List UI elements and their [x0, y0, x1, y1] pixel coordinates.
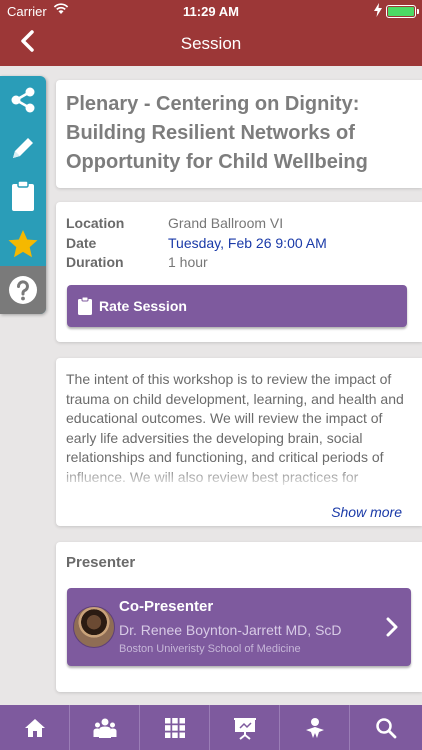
share-icon	[11, 87, 35, 113]
presenter-card: Presenter Co-Presenter Dr. Renee Boynton…	[56, 542, 422, 692]
date-label: Date	[66, 234, 97, 251]
session-title: Plenary - Centering on Dignity: Building…	[66, 93, 368, 173]
presenter-item[interactable]: Co-Presenter Dr. Renee Boynton-Jarrett M…	[67, 588, 411, 666]
presenter-name: Dr. Renee Boynton-Jarrett MD, ScD	[119, 622, 342, 638]
grid-icon	[164, 717, 185, 738]
survey-button[interactable]	[0, 172, 46, 220]
description-card: The intent of this workshop is to review…	[56, 358, 422, 526]
star-icon	[8, 230, 38, 258]
pencil-icon	[13, 138, 33, 158]
presenter-organization: Boston Univeristy School of Medicine	[119, 643, 301, 655]
location-label: Location	[66, 215, 125, 231]
tab-attendees[interactable]	[70, 705, 140, 750]
duration-row: Duration 1 hour	[66, 253, 412, 273]
presenter-heading: Presenter	[66, 554, 136, 571]
session-title-card: Plenary - Centering on Dignity: Building…	[56, 80, 422, 188]
status-bar: Carrier 11:29 AM	[0, 0, 422, 22]
date-row: Date Tuesday, Feb 26 9:00 AM	[66, 234, 412, 254]
clipboard-icon	[12, 180, 34, 211]
avatar	[73, 606, 115, 648]
status-time: 11:29 AM	[183, 4, 239, 19]
duration-label: Duration	[66, 254, 124, 270]
action-rail	[0, 76, 46, 314]
tab-schedule[interactable]	[140, 705, 210, 750]
presentation-icon	[233, 717, 256, 740]
location-row: Location Grand Ballroom VI	[66, 214, 412, 234]
tab-search[interactable]	[350, 705, 422, 750]
chevron-right-icon	[386, 617, 398, 637]
session-info-card: Location Grand Ballroom VI Date Tuesday,…	[56, 202, 422, 342]
location-value: Grand Ballroom VI	[168, 215, 284, 231]
battery-icon	[386, 5, 419, 18]
rate-session-label: Rate Session	[99, 298, 187, 314]
tab-presentations[interactable]	[210, 705, 280, 750]
rate-session-button[interactable]: Rate Session	[67, 285, 407, 327]
bottom-tab-bar	[0, 705, 422, 750]
tab-home[interactable]	[0, 705, 70, 750]
clipboard-icon	[78, 296, 92, 315]
share-button[interactable]	[0, 76, 46, 124]
people-icon	[93, 718, 116, 738]
notes-button[interactable]	[0, 124, 46, 172]
charging-icon	[374, 3, 382, 20]
sponsor-icon	[305, 717, 324, 738]
presenter-role: Co-Presenter	[119, 598, 214, 615]
search-icon	[376, 717, 397, 738]
tab-sponsors[interactable]	[280, 705, 350, 750]
duration-value: 1 hour	[168, 254, 208, 270]
navigation-bar: Carrier 11:29 AM Session	[0, 0, 422, 66]
help-icon	[9, 276, 37, 304]
date-link[interactable]: Tuesday, Feb 26 9:00 AM	[168, 234, 327, 254]
session-description: The intent of this workshop is to review…	[66, 371, 404, 490]
show-more-link[interactable]: Show more	[331, 504, 402, 520]
home-icon	[24, 718, 45, 737]
favorite-button[interactable]	[0, 220, 46, 268]
help-button[interactable]	[0, 266, 46, 314]
page-title: Session	[180, 34, 242, 53]
